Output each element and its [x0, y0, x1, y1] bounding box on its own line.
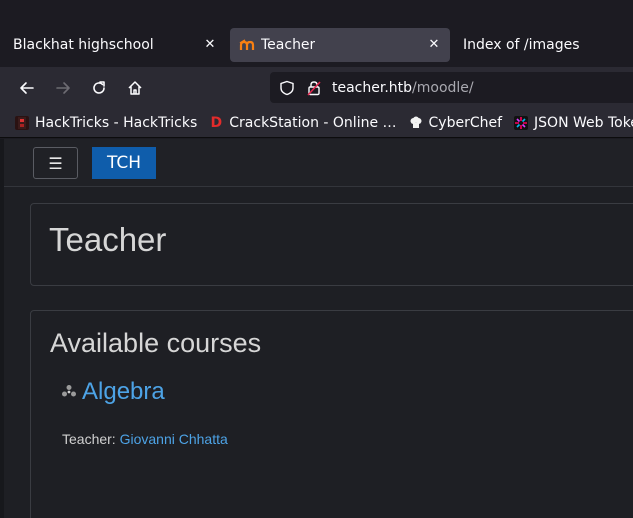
teacher-label: Teacher: — [62, 431, 116, 447]
tab-blackhat-highschool[interactable]: Blackhat highschool ✕ — [4, 28, 226, 62]
site-brand-button[interactable]: TCH — [92, 147, 156, 179]
bookmark-label: JSON Web Tokens — [534, 114, 633, 131]
back-arrow-icon — [20, 82, 34, 94]
course-item: Algebra — [61, 378, 165, 406]
bookmark-json-web-tokens[interactable]: JSON Web Tokens — [514, 115, 633, 131]
moodle-favicon-icon — [239, 37, 255, 53]
page-title: Teacher — [49, 221, 167, 258]
home-icon — [128, 81, 142, 95]
url-text: teacher.htb/moodle/ — [332, 80, 474, 96]
forward-arrow-icon — [56, 82, 70, 94]
teacher-name-link[interactable]: Giovanni Chhatta — [120, 431, 228, 447]
tab-close-icon[interactable]: ✕ — [426, 37, 442, 53]
tab-close-icon[interactable]: ✕ — [202, 37, 218, 53]
tab-label: Teacher — [261, 37, 316, 53]
page-header-card: Teacher — [30, 203, 633, 286]
home-button[interactable] — [122, 75, 148, 101]
hamburger-menu-button[interactable]: ☰ — [33, 147, 78, 179]
bookmark-label: CrackStation - Online … — [229, 114, 397, 131]
tab-label: Index of /images — [463, 37, 580, 53]
bookmarks-toolbar: HackTricks - HackTricks D CrackStation -… — [0, 108, 633, 138]
jwt-icon — [514, 115, 529, 130]
title-bar — [0, 0, 633, 24]
course-teacher: Teacher: Giovanni Chhatta — [62, 431, 228, 447]
shield-icon[interactable] — [279, 80, 295, 96]
site-brand-label: TCH — [106, 153, 142, 173]
course-icon — [61, 384, 77, 400]
bookmark-hacktricks[interactable]: HackTricks - HackTricks — [15, 115, 197, 131]
section-title: Available courses — [50, 328, 262, 358]
page-content: ☰ TCH Teacher Available courses Algebra … — [0, 139, 633, 518]
available-courses-card: Available courses Algebra Teacher: Giova… — [30, 310, 633, 518]
hamburger-icon: ☰ — [48, 153, 63, 173]
reload-icon — [93, 81, 105, 94]
browser-window: Blackhat highschool ✕ Teacher ✕ Index of… — [0, 0, 633, 518]
url-bar[interactable]: teacher.htb/moodle/ — [270, 72, 633, 103]
forward-button[interactable] — [50, 75, 76, 101]
cyberchef-icon — [409, 116, 423, 130]
tab-teacher[interactable]: Teacher ✕ — [230, 28, 450, 62]
page-left-edge — [0, 139, 4, 518]
course-link-algebra[interactable]: Algebra — [82, 378, 165, 406]
crackstation-icon: D — [210, 114, 223, 131]
navigation-toolbar: teacher.htb/moodle/ — [0, 67, 633, 108]
hacktricks-icon — [15, 115, 29, 130]
url-host: teacher.htb — [332, 79, 413, 96]
bookmark-label: HackTricks - HackTricks — [35, 114, 198, 131]
bookmark-crackstation[interactable]: D CrackStation - Online … — [209, 115, 396, 131]
insecure-lock-icon[interactable] — [306, 80, 322, 96]
url-path: /moodle/ — [412, 79, 474, 96]
moodle-navbar: ☰ TCH — [4, 139, 633, 187]
bookmark-label: CyberChef — [428, 114, 503, 131]
back-button[interactable] — [14, 75, 40, 101]
reload-button[interactable] — [86, 75, 112, 101]
tab-index-of-images[interactable]: Index of /images — [454, 28, 633, 62]
tab-bar: Blackhat highschool ✕ Teacher ✕ Index of… — [0, 24, 633, 67]
bookmark-cyberchef[interactable]: CyberChef — [409, 114, 503, 131]
tab-label: Blackhat highschool — [13, 37, 154, 53]
